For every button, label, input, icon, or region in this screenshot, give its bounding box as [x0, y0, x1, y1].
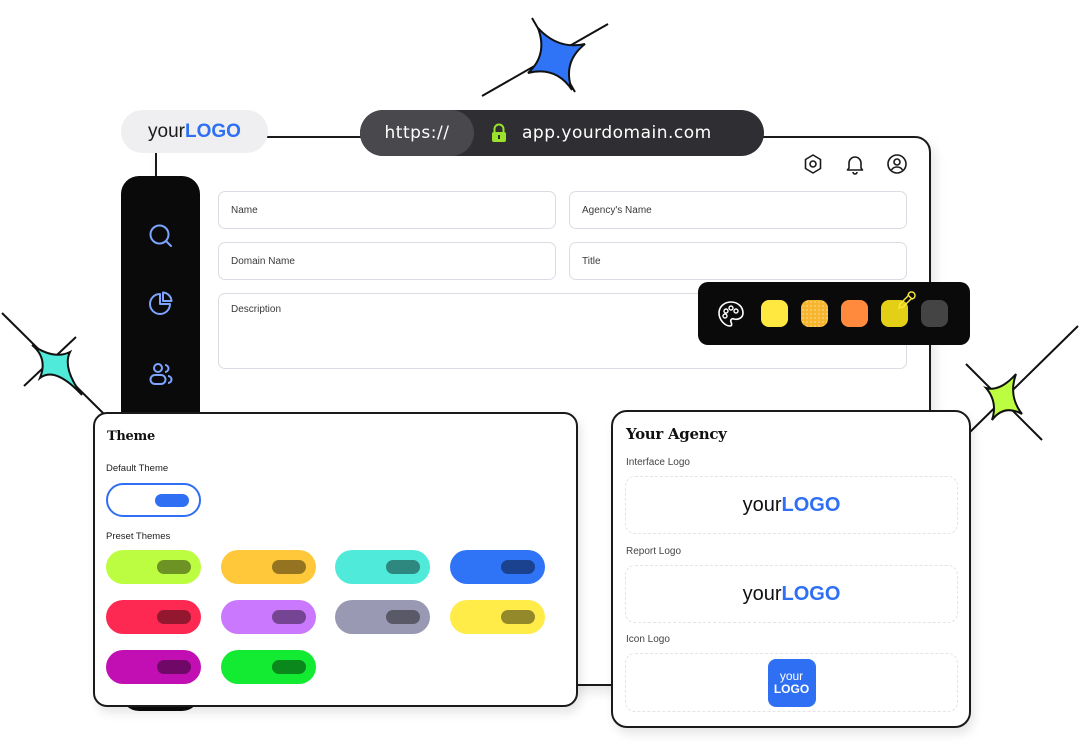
palette-icon[interactable]	[716, 299, 746, 329]
toggle-knob	[500, 610, 535, 624]
toggle-knob	[155, 494, 189, 507]
agency-card: Your Agency Interface Logo yourLOGO Repo…	[611, 410, 971, 728]
user-circle-icon[interactable]	[885, 152, 909, 176]
color-palette-toolbar	[698, 282, 970, 345]
url-scheme: https://	[360, 110, 474, 156]
preset-theme-toggle[interactable]	[106, 600, 201, 634]
toggle-knob	[157, 660, 191, 674]
domain-name-placeholder: Domain Name	[231, 255, 295, 267]
title-placeholder: Title	[582, 255, 601, 267]
domain-name-field[interactable]: Domain Name	[218, 242, 556, 280]
color-swatch-selected[interactable]	[881, 291, 916, 327]
icon-logo-your: your	[779, 668, 804, 683]
sparkle-teal-icon	[1, 312, 105, 415]
bell-icon[interactable]	[843, 152, 867, 176]
eyedropper-icon[interactable]	[896, 291, 916, 311]
icon-logo-label: Icon Logo	[626, 634, 670, 645]
interface-logo-dropzone[interactable]: yourLOGO	[625, 476, 958, 534]
preset-theme-toggle[interactable]	[335, 600, 430, 634]
name-placeholder: Name	[231, 204, 258, 216]
preset-theme-toggle[interactable]	[220, 600, 316, 634]
name-field[interactable]: Name	[218, 191, 556, 229]
logo-your-text: your	[742, 493, 782, 516]
preset-theme-toggle[interactable]	[220, 550, 316, 584]
toggle-knob	[271, 560, 306, 574]
color-swatch[interactable]	[921, 300, 948, 327]
toggle-knob	[157, 560, 191, 574]
preset-theme-toggle[interactable]	[106, 650, 201, 684]
logo-your-text: your	[148, 120, 185, 142]
icon-logo: your LOGO	[767, 658, 816, 707]
preset-theme-toggle[interactable]	[220, 650, 316, 684]
agency-name-field[interactable]: Agency's Name	[569, 191, 907, 229]
theme-title: Theme	[107, 429, 155, 444]
theme-card: Theme Default Theme Preset Themes	[93, 412, 578, 707]
brand-logo[interactable]: your LOGO	[121, 110, 268, 153]
sparkle-blue-icon	[481, 17, 609, 97]
toggle-knob	[386, 610, 420, 624]
interface-logo-label: Interface Logo	[626, 457, 690, 468]
toggle-knob	[157, 610, 191, 624]
settings-hexagon-icon[interactable]	[801, 152, 825, 176]
logo-logo-text: LOGO	[781, 493, 841, 516]
default-theme-label: Default Theme	[106, 463, 169, 474]
preset-theme-toggle[interactable]	[449, 600, 545, 634]
description-placeholder: Description	[231, 304, 282, 315]
agency-title: Your Agency	[626, 425, 727, 443]
report-logo-label: Report Logo	[626, 546, 682, 557]
agency-name-placeholder: Agency's Name	[582, 204, 652, 216]
sparkle-green-icon	[965, 325, 1079, 441]
search-icon[interactable]	[147, 222, 175, 250]
report-logo: yourLOGO	[743, 583, 841, 606]
interface-logo: yourLOGO	[743, 494, 841, 517]
report-logo-dropzone[interactable]: yourLOGO	[625, 565, 958, 623]
color-swatch[interactable]	[801, 300, 828, 327]
color-swatch[interactable]	[761, 300, 788, 327]
preset-themes-label: Preset Themes	[106, 531, 171, 542]
toggle-knob	[271, 610, 306, 624]
default-theme-toggle[interactable]	[106, 483, 201, 517]
icon-logo-logo: LOGO	[773, 681, 810, 696]
pie-chart-icon[interactable]	[147, 290, 175, 318]
preset-theme-toggle[interactable]	[449, 550, 545, 584]
lock-icon	[492, 123, 506, 142]
preset-theme-toggle[interactable]	[106, 550, 201, 584]
toggle-knob	[386, 560, 420, 574]
icon-logo-dropzone[interactable]: your LOGO	[625, 653, 958, 712]
users-icon[interactable]	[147, 360, 175, 388]
logo-your-text: your	[742, 582, 782, 605]
toggle-knob	[500, 560, 535, 574]
logo-logo-text: LOGO	[781, 582, 841, 605]
header-icons	[801, 152, 909, 176]
preset-theme-toggle[interactable]	[335, 550, 430, 584]
url-bar[interactable]: https:// app.yourdomain.com	[360, 110, 764, 156]
title-field[interactable]: Title	[569, 242, 907, 280]
toggle-knob	[271, 660, 306, 674]
logo-logo-text: LOGO	[185, 120, 241, 142]
url-host: app.yourdomain.com	[522, 123, 712, 143]
color-swatch[interactable]	[841, 300, 868, 327]
